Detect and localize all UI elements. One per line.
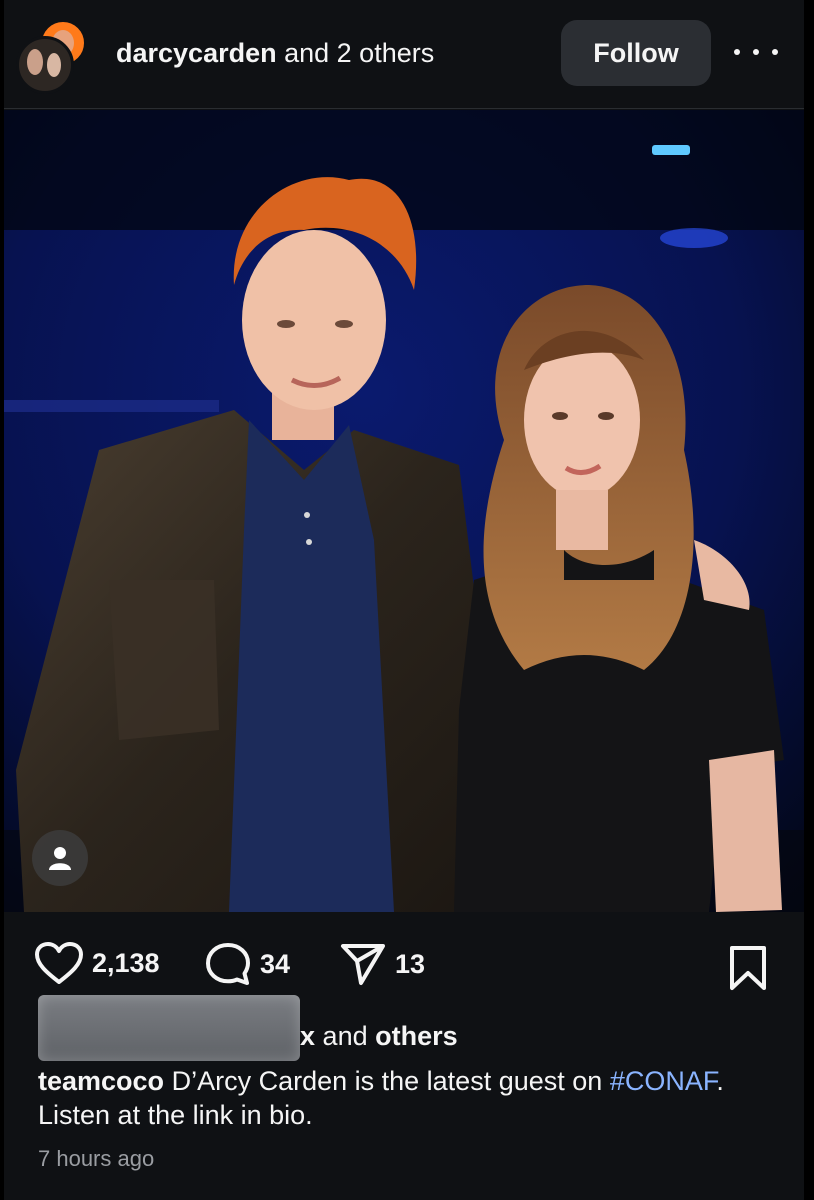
person-icon <box>49 847 71 870</box>
like-button[interactable]: 2,138 <box>34 941 160 985</box>
post-timestamp: 7 hours ago <box>38 1146 155 1171</box>
caption-text: D’Arcy Carden is the latest guest on <box>171 1066 603 1096</box>
liked-by-text: x and others <box>300 1020 458 1052</box>
caption-hashtag[interactable]: #CONAF <box>610 1066 717 1096</box>
collab-others[interactable]: and 2 others <box>284 38 434 68</box>
action-bar: 2,138 34 13 <box>4 935 804 997</box>
more-options-icon[interactable] <box>734 34 778 70</box>
comment-button[interactable]: 34 <box>204 941 290 987</box>
liked-by-and: and <box>322 1021 368 1051</box>
liked-by-line[interactable]: x and others <box>38 995 778 1061</box>
save-button[interactable] <box>726 945 770 996</box>
redacted-username-block <box>38 995 300 1061</box>
send-icon <box>341 944 385 985</box>
share-count: 13 <box>395 948 426 979</box>
tagged-people-button[interactable] <box>32 830 88 886</box>
avatar <box>16 36 74 94</box>
post-image[interactable] <box>4 110 804 912</box>
collab-avatars[interactable] <box>16 18 88 94</box>
heart-icon <box>35 942 83 984</box>
studio-photo <box>4 110 804 912</box>
like-count: 2,138 <box>92 947 160 978</box>
follow-button[interactable]: Follow <box>561 20 711 86</box>
post-header: darcycarden and 2 others Follow <box>4 0 804 109</box>
bookmark-icon <box>730 946 766 990</box>
share-button[interactable]: 13 <box>339 941 425 987</box>
liked-by-suffix: x <box>300 1021 316 1051</box>
comment-icon <box>206 943 250 985</box>
post-card: darcycarden and 2 others Follow 2,138 34… <box>4 0 804 1200</box>
caption-username[interactable]: teamcoco <box>38 1066 164 1096</box>
post-author-line[interactable]: darcycarden and 2 others <box>116 37 434 69</box>
post-caption: teamcoco D’Arcy Carden is the latest gue… <box>38 1064 778 1132</box>
comment-count: 34 <box>260 948 291 979</box>
liked-by-others[interactable]: others <box>375 1021 458 1051</box>
author-username[interactable]: darcycarden <box>116 38 277 68</box>
